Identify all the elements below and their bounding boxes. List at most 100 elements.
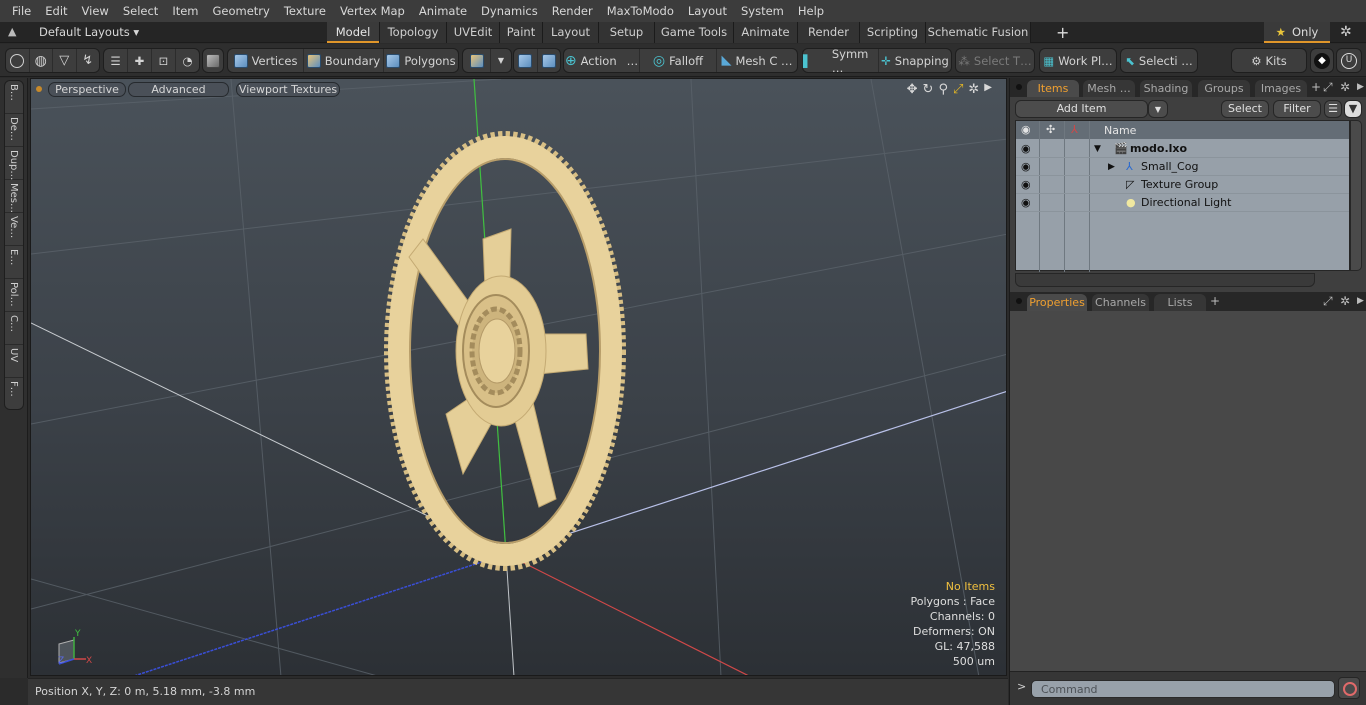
tree-row-texture-group[interactable]: ◉ ◸ Texture Group (1016, 176, 1349, 194)
tab-lists[interactable]: Lists (1154, 294, 1206, 311)
globe-tool-button[interactable]: ◍ (30, 49, 53, 72)
tab-topology[interactable]: Topology (380, 22, 447, 43)
tab-game-tools[interactable]: Game Tools (655, 22, 734, 43)
menu-vertex-map[interactable]: Vertex Map (333, 0, 412, 22)
viewport-textures-button[interactable]: Viewport Textures (236, 82, 340, 97)
menu-item[interactable]: Item (165, 0, 205, 22)
mesh-constraint-button[interactable]: ◣ Mesh C … (717, 49, 797, 72)
expand-triangle-icon[interactable]: ▶ (1108, 158, 1115, 176)
curve-tool-button[interactable]: ↯ (77, 49, 100, 72)
tab-items[interactable]: Items (1027, 80, 1079, 97)
side-tab-mesh-edit[interactable]: Mes… (5, 180, 23, 213)
unity-button[interactable]: ◆ (1311, 49, 1333, 72)
add-item-dropdown[interactable]: ▼ (1148, 100, 1168, 118)
shading-mode-button[interactable]: Advanced (128, 82, 229, 97)
pop-out-icon[interactable]: ⤢ (1323, 80, 1333, 95)
menu-render[interactable]: Render (545, 0, 600, 22)
tab-paint[interactable]: Paint (500, 22, 543, 43)
viewport-options-dot[interactable] (36, 86, 42, 92)
tab-layout[interactable]: Layout (543, 22, 599, 43)
default-layouts-dropdown[interactable]: Default Layouts ▾ (39, 22, 139, 43)
tree-scrollbar[interactable] (1350, 120, 1362, 271)
panel-gear-icon[interactable]: ✲ (1340, 80, 1350, 94)
filter-funnel-button[interactable]: ▼ (1344, 100, 1362, 118)
falloff-button[interactable]: ◎ Falloff (640, 49, 717, 72)
3d-viewport[interactable]: Y X Z Perspective Advanced Viewport Text… (30, 78, 1007, 676)
add-tab-plus-icon[interactable]: + (1311, 80, 1321, 94)
select-through-button[interactable]: ⁂ Select T… (956, 49, 1034, 72)
panel-options-dot[interactable] (1016, 84, 1022, 90)
tab-mesh[interactable]: Mesh … (1083, 80, 1135, 97)
orbit-icon[interactable]: ↻ (923, 82, 934, 97)
visibility-eye-icon[interactable]: ◉ (1021, 176, 1031, 194)
side-tab-uv[interactable]: UV (5, 345, 23, 378)
expand-arrow-icon[interactable]: ▶ (984, 82, 992, 97)
collapse-arrow-icon[interactable]: ▲ (8, 25, 22, 39)
tab-uvedit[interactable]: UVEdit (447, 22, 500, 43)
panel-expand-arrow-icon[interactable]: ▶ (1357, 296, 1364, 306)
boundary-button[interactable]: Boundary (304, 49, 384, 72)
snapping-button[interactable]: ✛ Snapping (879, 49, 951, 72)
menu-system[interactable]: System (734, 0, 791, 22)
maximize-icon[interactable]: ⤢ (953, 82, 963, 97)
symmetry-button[interactable]: ▌ Symm … (803, 47, 879, 75)
material-mode-button[interactable] (463, 49, 491, 72)
only-toggle[interactable]: ★ Only (1264, 22, 1330, 43)
list-options-button[interactable]: ☰ (1324, 100, 1342, 118)
add-item-button[interactable]: Add Item (1015, 100, 1148, 118)
menu-texture[interactable]: Texture (277, 0, 333, 22)
record-macro-button[interactable] (1338, 677, 1360, 699)
menu-layout[interactable]: Layout (681, 0, 734, 22)
side-tab-curve[interactable]: C… (5, 312, 23, 345)
side-tab-duplicate[interactable]: Dup… (5, 147, 23, 180)
gear-model[interactable] (384, 131, 626, 571)
tab-channels[interactable]: Channels (1092, 294, 1149, 311)
tab-images[interactable]: Images (1255, 80, 1307, 97)
tab-scripting[interactable]: Scripting (860, 22, 926, 43)
menu-dynamics[interactable]: Dynamics (474, 0, 545, 22)
gear-icon[interactable]: ✲ (1340, 24, 1352, 40)
tab-model[interactable]: Model (327, 22, 380, 43)
unwrap-tool-button[interactable]: ✚ (128, 49, 152, 72)
dial-tool-button[interactable]: ◔ (176, 49, 199, 72)
pen-tool-button[interactable]: ▽ (53, 49, 77, 72)
menu-file[interactable]: File (5, 0, 38, 22)
panel-expand-arrow-icon[interactable]: ▶ (1357, 82, 1364, 92)
visibility-eye-icon[interactable]: ◉ (1021, 140, 1031, 158)
work-plane-button[interactable]: ▦ Work Pl… (1040, 49, 1116, 72)
view-mode-button[interactable]: Perspective (48, 82, 126, 97)
tab-schematic-fusion[interactable]: Schematic Fusion (926, 22, 1031, 43)
menu-select[interactable]: Select (116, 0, 165, 22)
pop-out-icon[interactable]: ⤢ (1323, 294, 1333, 309)
menu-maxtomodo[interactable]: MaxToModo (600, 0, 681, 22)
tree-row-modo-lxo[interactable]: ◉ ▼ 🎬 modo.lxo (1016, 140, 1349, 158)
sphere-tool-button[interactable] (6, 49, 30, 72)
side-tab-fusion[interactable]: F… (5, 378, 23, 411)
selection-sets-button[interactable]: ⬉ Selecti … (1121, 49, 1197, 72)
select-button[interactable]: Select (1221, 100, 1269, 118)
menu-view[interactable]: View (75, 0, 116, 22)
vertices-button[interactable]: Vertices (228, 49, 304, 72)
polygons-button[interactable]: Polygons (384, 49, 458, 72)
add-tab-plus-icon[interactable]: + (1210, 294, 1220, 308)
tab-properties[interactable]: Properties (1027, 294, 1087, 311)
tree-row-directional-light[interactable]: ◉ ● Directional Light (1016, 194, 1349, 212)
kits-button[interactable]: ⚙ Kits (1232, 49, 1306, 72)
project-tool-button[interactable]: ⊡ (152, 49, 176, 72)
menu-geometry[interactable]: Geometry (206, 0, 277, 22)
panel-gear-icon[interactable]: ✲ (1340, 294, 1350, 308)
item-mode-button[interactable] (203, 49, 223, 72)
pan-icon[interactable]: ✥ (907, 82, 918, 97)
action-center-button[interactable]: ⊕ Action… (564, 49, 640, 72)
side-tab-polygon[interactable]: Pol… (5, 279, 23, 312)
center-pivot-button[interactable] (514, 49, 538, 72)
menu-animate[interactable]: Animate (412, 0, 474, 22)
viewport-settings-gear-icon[interactable]: ✲ (968, 82, 979, 97)
align-tool-button[interactable]: ☰ (104, 49, 128, 72)
side-tab-deform[interactable]: De… (5, 114, 23, 147)
tree-resize-handle[interactable] (1015, 273, 1315, 287)
command-input[interactable] (1031, 680, 1335, 698)
checker-pivot-button[interactable] (538, 49, 561, 72)
menu-edit[interactable]: Edit (38, 0, 74, 22)
name-column-header[interactable]: Name (1104, 124, 1136, 137)
